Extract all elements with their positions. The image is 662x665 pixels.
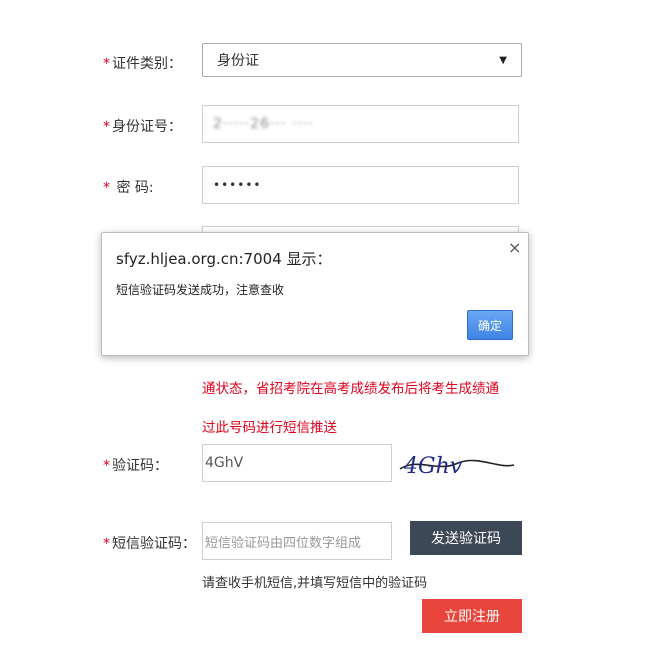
captcha-image-text: 4Ghv: [403, 454, 463, 479]
cert-type-label-text: 证件类别：: [112, 56, 182, 72]
sms-code-placeholder: 短信验证码由四位数字组成: [205, 535, 362, 551]
required-mark: *: [103, 536, 110, 552]
captcha-value: 4GhV: [205, 455, 244, 471]
dialog-title: sfyz.hljea.org.cn:7004 显示：: [116, 250, 332, 268]
required-mark: *: [103, 119, 110, 135]
sms-code-label-text: 短信验证码：: [112, 536, 196, 552]
cert-type-value: 身份证: [217, 53, 259, 69]
register-button[interactable]: 立即注册: [422, 599, 522, 633]
id-number-value: 2·····26··· ····: [213, 116, 314, 132]
required-mark: *: [103, 458, 110, 474]
password-value: ••••••: [213, 178, 262, 192]
alert-dialog: sfyz.hljea.org.cn:7004 显示： × 短信验证码发送成功，注…: [101, 232, 529, 356]
captcha-image[interactable]: 4Ghv: [398, 447, 516, 481]
notice-line-1: 通状态，省招考院在高考成绩发布后将考生成绩通: [202, 381, 499, 397]
dialog-message: 短信验证码发送成功，注意查收: [116, 283, 285, 297]
id-number-label-text: 身份证号：: [112, 119, 182, 135]
required-mark: *: [103, 56, 110, 72]
captcha-label-text: 验证码：: [112, 458, 168, 474]
captcha-label: * 验证码：: [103, 455, 168, 475]
cert-type-label: * 证件类别：: [103, 53, 182, 73]
password-label-text: 密 码:: [116, 180, 154, 196]
close-icon[interactable]: ×: [508, 240, 521, 256]
sms-code-label: * 短信验证码：: [103, 533, 196, 553]
id-number-input[interactable]: 2·····26··· ····: [202, 105, 519, 143]
captcha-input[interactable]: 4GhV: [202, 444, 392, 482]
password-input[interactable]: ••••••: [202, 166, 519, 204]
sms-code-input[interactable]: 短信验证码由四位数字组成: [202, 522, 392, 560]
notice-line-2: 过此号码进行短信推送: [202, 420, 337, 436]
dialog-ok-button[interactable]: 确定: [467, 310, 513, 340]
required-mark: *: [103, 180, 110, 196]
send-code-button[interactable]: 发送验证码: [410, 521, 522, 555]
sms-hint-text: 请查收手机短信,并填写短信中的验证码: [202, 576, 428, 591]
triangle-down-icon: ▼: [499, 54, 507, 66]
id-number-label: * 身份证号：: [103, 116, 182, 136]
cert-type-select[interactable]: 身份证 ▼: [202, 43, 522, 77]
password-label: * 密 码:: [103, 177, 154, 197]
